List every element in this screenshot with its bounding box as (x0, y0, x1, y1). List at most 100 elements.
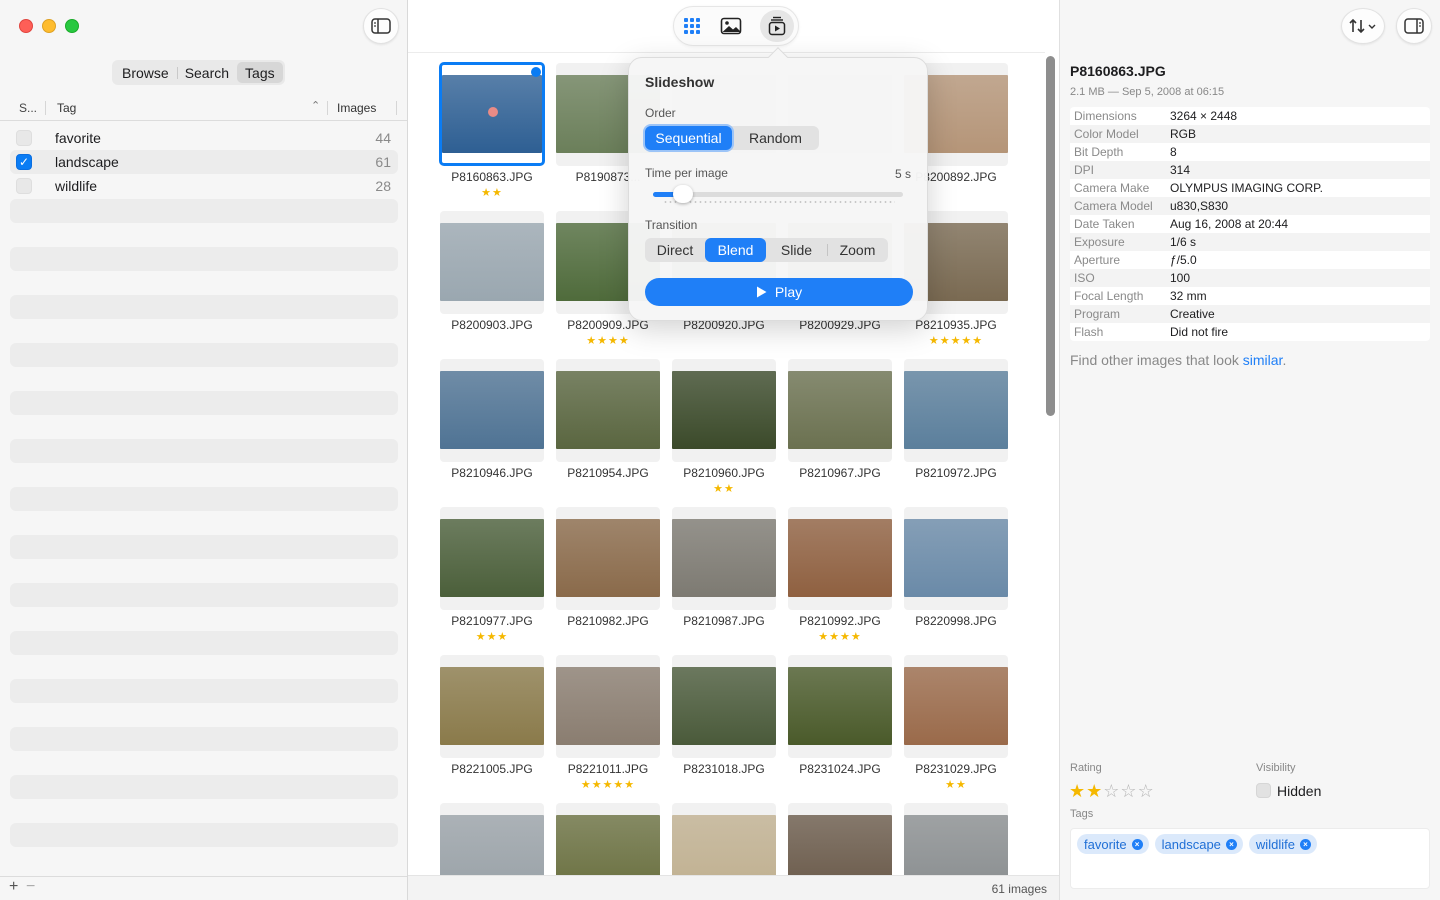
tab-tags[interactable]: Tags (237, 62, 283, 83)
thumbnail-image[interactable] (440, 371, 544, 449)
rating-star-icon[interactable]: ★ (1086, 781, 1103, 801)
thumbnail-image[interactable] (788, 519, 892, 597)
thumbnail-cell[interactable]: P8200903.JPG (440, 211, 544, 353)
transition-direct-option[interactable]: Direct (645, 238, 705, 262)
thumbnail-image[interactable] (788, 371, 892, 449)
zoom-window-button[interactable] (65, 19, 79, 33)
hidden-checkbox[interactable] (1256, 783, 1271, 798)
thumbnail-image[interactable] (904, 667, 1008, 745)
thumbnail-image[interactable] (556, 519, 660, 597)
tag-row-landscape[interactable]: ✓ landscape 61 (10, 150, 398, 174)
thumbnail-image[interactable] (672, 519, 776, 597)
toggle-inspector-button[interactable] (1396, 8, 1432, 44)
thumbnail-cell[interactable]: P8210972.JPG (904, 359, 1008, 501)
remove-tag-icon[interactable]: × (1299, 838, 1311, 850)
remove-tag-icon[interactable]: × (1131, 838, 1143, 850)
sidebar-left-icon (371, 18, 391, 34)
thumbnail-cell[interactable]: P8160863.JPG ★★ (439, 62, 545, 205)
thumbnail-image[interactable] (904, 371, 1008, 449)
rating-star-icon[interactable]: ☆ (1120, 781, 1137, 801)
thumbnail-filename: P8210946.JPG (451, 466, 533, 480)
tag-chip[interactable]: favorite × (1077, 834, 1149, 854)
thumbnail-cell[interactable]: P8210982.JPG (556, 507, 660, 649)
rating-stars[interactable]: ★★☆☆☆ (1069, 781, 1155, 802)
thumbnail-cell[interactable]: P8210967.JPG (788, 359, 892, 501)
thumbnail-image[interactable] (672, 371, 776, 449)
scrollbar-thumb[interactable] (1046, 56, 1055, 416)
thumbnail-cell[interactable]: P8210977.JPG ★★★ (440, 507, 544, 649)
thumbnail-image[interactable] (904, 519, 1008, 597)
thumbnail-cell[interactable]: P8210960.JPG ★★ (672, 359, 776, 501)
thumbnail-image[interactable] (556, 371, 660, 449)
add-tag-button[interactable]: + (9, 878, 18, 896)
thumbnail-image[interactable] (672, 667, 776, 745)
sort-menu-button[interactable] (1341, 8, 1385, 44)
order-random-option[interactable]: Random (732, 126, 819, 150)
empty-row (10, 247, 398, 271)
order-sequential-option[interactable]: Sequential (645, 126, 732, 150)
single-image-view-button[interactable] (720, 15, 742, 37)
tag-row-favorite[interactable]: favorite 44 (10, 126, 398, 150)
transition-zoom-option[interactable]: Zoom (827, 238, 888, 262)
remove-tag-button[interactable]: − (26, 878, 35, 896)
column-selected[interactable]: S... (19, 101, 37, 115)
thumbnail-cell[interactable]: P8221005.JPG (440, 655, 544, 797)
transition-blend-option[interactable]: Blend (705, 238, 766, 262)
metadata-row: Bit Depth 8 (1070, 143, 1430, 161)
column-tag[interactable]: Tag (57, 101, 76, 115)
tag-row-wildlife[interactable]: wildlife 28 (10, 174, 398, 198)
image-count-label: 61 images (991, 882, 1047, 896)
play-slideshow-button[interactable]: Play (645, 278, 913, 306)
metadata-value: OLYMPUS IMAGING CORP. (1170, 181, 1323, 195)
thumbnail-image[interactable] (788, 667, 892, 745)
tag-chip[interactable]: wildlife × (1248, 834, 1317, 854)
tab-browse[interactable]: Browse (114, 62, 177, 83)
tag-chip[interactable]: landscape × (1154, 834, 1243, 854)
column-divider (327, 101, 328, 115)
empty-row (10, 343, 398, 367)
thumbnail-cell[interactable]: P8210954.JPG (556, 359, 660, 501)
transition-slide-option[interactable]: Slide (766, 238, 827, 262)
thumbnail-image[interactable] (440, 519, 544, 597)
grid-view-button[interactable] (681, 15, 703, 37)
thumbnail-cell[interactable]: P8220998.JPG (904, 507, 1008, 649)
metadata-row: ISO 100 (1070, 269, 1430, 287)
thumbnail-image[interactable] (440, 223, 544, 301)
thumbnail-image[interactable] (556, 667, 660, 745)
toggle-sidebar-button[interactable] (363, 8, 399, 44)
tag-checkbox[interactable]: ✓ (16, 154, 32, 170)
thumbnail-rating: ★★★ (475, 631, 509, 643)
grid-scrollbar[interactable] (1044, 54, 1056, 872)
thumbnail-rating: ★★ (945, 779, 967, 791)
thumbnail-rating: ★★ (713, 483, 735, 495)
metadata-value: 1/6 s (1170, 235, 1197, 249)
rating-star-icon[interactable]: ★ (1069, 781, 1086, 801)
thumbnail-cell[interactable]: P8210987.JPG (672, 507, 776, 649)
remove-tag-icon[interactable]: × (1225, 838, 1237, 850)
thumbnail-image[interactable] (440, 667, 544, 745)
close-window-button[interactable] (19, 19, 33, 33)
similar-link[interactable]: similar (1243, 352, 1283, 368)
column-images[interactable]: Images (337, 101, 376, 115)
tag-checkbox[interactable] (16, 178, 32, 194)
order-segmented-control: Sequential Random (645, 126, 819, 150)
thumbnail-cell[interactable]: P8221011.JPG ★★★★★ (556, 655, 660, 797)
thumbnail-cell[interactable]: P8210992.JPG ★★★★ (788, 507, 892, 649)
thumbnail-filename: P8210967.JPG (799, 466, 881, 480)
tags-token-field[interactable]: favorite × landscape × wildlife × (1070, 828, 1430, 889)
tag-checkbox[interactable] (16, 130, 32, 146)
thumbnail-cell[interactable]: P8231029.JPG ★★ (904, 655, 1008, 797)
minimize-window-button[interactable] (42, 19, 56, 33)
empty-row (10, 775, 398, 799)
rating-star-icon[interactable]: ☆ (1103, 781, 1120, 801)
visibility-label: Visibility (1256, 762, 1296, 774)
tab-search[interactable]: Search (176, 62, 237, 83)
slideshow-button[interactable] (766, 15, 788, 37)
thumbnail-cell[interactable]: P8231024.JPG (788, 655, 892, 797)
thumbnail-cell[interactable]: P8231018.JPG (672, 655, 776, 797)
thumbnail-filename: P8160863.JPG (451, 170, 533, 184)
rating-star-icon[interactable]: ☆ (1138, 781, 1155, 801)
thumbnail-cell[interactable]: P8210946.JPG (440, 359, 544, 501)
slider-knob[interactable] (673, 185, 693, 203)
metadata-row: Exposure 1/6 s (1070, 233, 1430, 251)
